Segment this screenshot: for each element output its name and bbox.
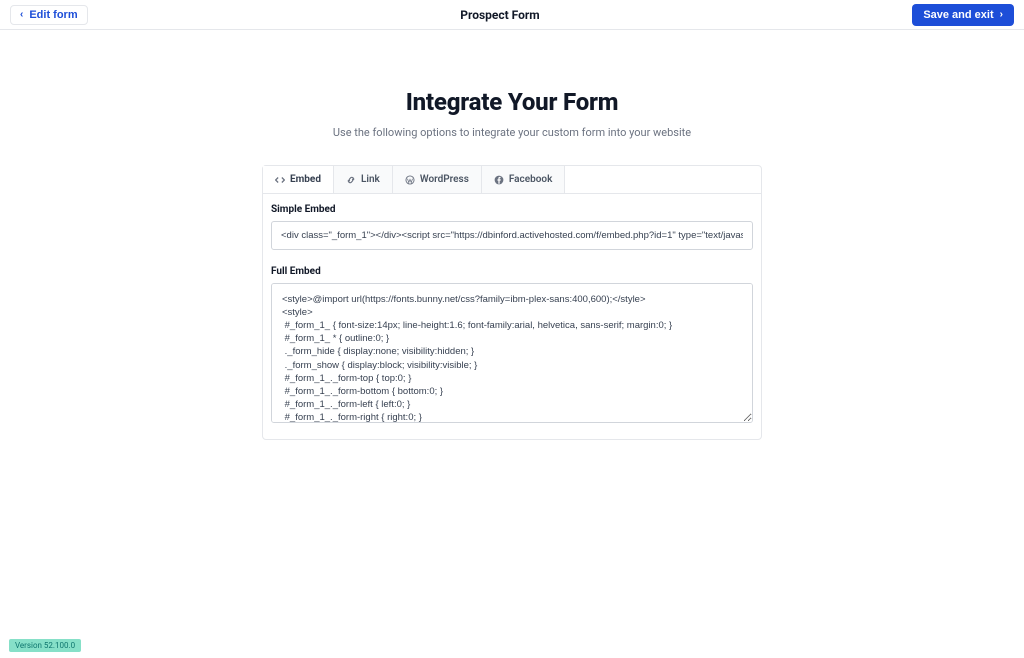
tab-link[interactable]: Link (334, 166, 393, 193)
integration-card: Embed Link WordPress (262, 165, 762, 440)
edit-form-button[interactable]: ‹ Edit form (10, 5, 88, 25)
tabs: Embed Link WordPress (263, 166, 761, 194)
chevron-right-icon: › (1000, 10, 1003, 20)
version-badge: Version 52.100.0 (9, 639, 81, 652)
subheading: Use the following options to integrate y… (333, 126, 691, 139)
tab-facebook-label: Facebook (509, 174, 553, 185)
top-bar: ‹ Edit form Prospect Form Save and exit … (0, 0, 1024, 30)
tab-link-label: Link (361, 174, 380, 185)
tab-facebook[interactable]: Facebook (482, 166, 566, 193)
tab-wordpress[interactable]: WordPress (393, 166, 482, 193)
heading: Integrate Your Form (406, 88, 619, 116)
chevron-left-icon: ‹ (20, 10, 23, 20)
save-and-exit-label: Save and exit (923, 9, 993, 21)
embed-icon (275, 175, 285, 185)
simple-embed-label: Simple Embed (271, 204, 753, 215)
save-and-exit-button[interactable]: Save and exit › (912, 4, 1014, 26)
facebook-icon (494, 175, 504, 185)
main-content: Integrate Your Form Use the following op… (0, 30, 1024, 440)
tab-embed[interactable]: Embed (263, 166, 334, 193)
edit-form-label: Edit form (29, 9, 77, 21)
tab-embed-label: Embed (290, 174, 321, 185)
wordpress-icon (405, 175, 415, 185)
page-title: Prospect Form (460, 8, 539, 22)
full-embed-textarea[interactable] (271, 283, 753, 423)
link-icon (346, 175, 356, 185)
tab-wordpress-label: WordPress (420, 174, 469, 185)
card-body: Simple Embed Full Embed (263, 194, 761, 439)
full-embed-label: Full Embed (271, 266, 753, 277)
simple-embed-input[interactable] (271, 221, 753, 250)
